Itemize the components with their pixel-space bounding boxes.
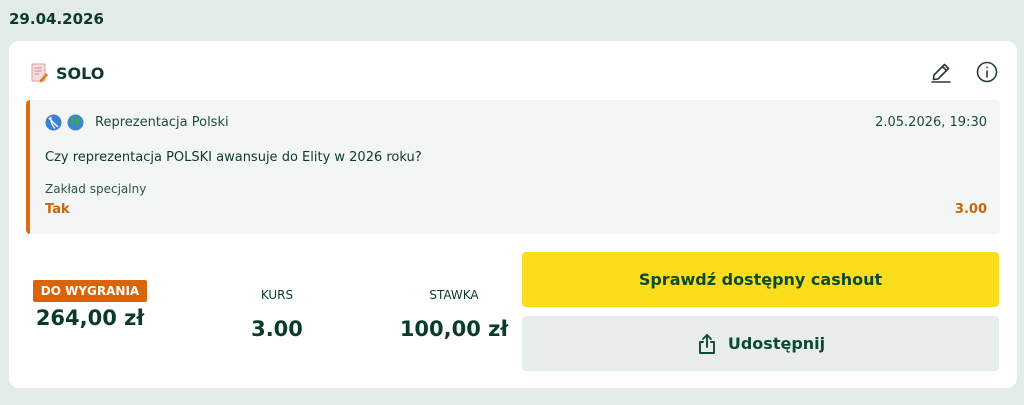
win-value: 264,00 zł — [35, 306, 145, 330]
date-header: 29.04.2026 — [9, 10, 104, 28]
volleyball-icon — [45, 114, 62, 131]
odds-value: 3.00 — [251, 317, 303, 341]
coupon-summary: DO WYGRANIA 264,00 zł KURS 3.00 STAWKA 1… — [29, 280, 509, 350]
stake: STAWKA 100,00 zł — [394, 280, 514, 341]
header-actions — [929, 60, 999, 84]
win-badge: DO WYGRANIA — [32, 280, 148, 302]
selected-pick: Tak — [45, 202, 70, 217]
share-icon — [696, 333, 718, 355]
coupon-header: SOLO — [31, 61, 104, 85]
info-icon[interactable] — [975, 60, 999, 84]
pencil-icon[interactable] — [929, 60, 953, 84]
selection-row[interactable]: Reprezentacja Polski 2.05.2026, 19:30 Cz… — [26, 100, 1000, 234]
total-odds: KURS 3.00 — [229, 280, 325, 341]
market-name: Zakład specjalny — [45, 182, 147, 196]
team-name: Reprezentacja Polski — [95, 115, 229, 130]
potential-win: DO WYGRANIA 264,00 zł — [29, 280, 151, 330]
bet-coupon-card: SOLO Reprezentacja Polski 2.05.2026, 19:… — [9, 41, 1017, 388]
globe-icon — [67, 114, 84, 131]
stake-label: STAWKA — [429, 288, 479, 302]
coupon-icon — [31, 63, 48, 83]
stake-value: 100,00 zł — [399, 317, 509, 341]
share-button-label: Udostępnij — [727, 334, 826, 353]
bet-type-label: SOLO — [56, 63, 105, 83]
selection-event: Reprezentacja Polski — [45, 114, 229, 131]
odds-label: KURS — [260, 288, 294, 302]
selection-odds: 3.00 — [954, 202, 987, 217]
event-datetime: 2.05.2026, 19:30 — [875, 115, 987, 130]
share-button[interactable]: Udostępnij — [522, 316, 999, 371]
cashout-button[interactable]: Sprawdź dostępny cashout — [522, 252, 999, 307]
event-question: Czy reprezentacja POLSKI awansuje do Eli… — [45, 150, 422, 165]
